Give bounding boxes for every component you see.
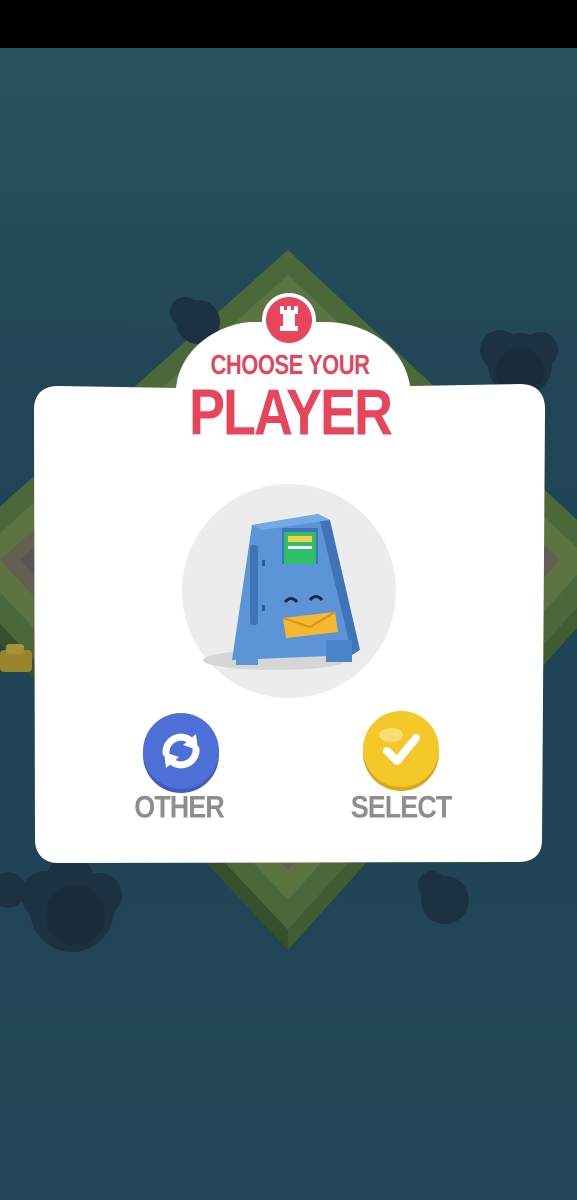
select-button-label[interactable]: SELECT	[331, 790, 471, 826]
other-button-label[interactable]: OTHER	[109, 790, 249, 826]
title-player: PLAYER	[188, 377, 393, 449]
other-button[interactable]	[143, 713, 219, 789]
choose-player-dialog: CHOOSE YOUR PLAYER OTHER SELECT	[0, 0, 577, 1200]
select-button[interactable]	[363, 711, 439, 787]
check-icon	[379, 728, 420, 765]
refresh-icon	[162, 733, 200, 769]
